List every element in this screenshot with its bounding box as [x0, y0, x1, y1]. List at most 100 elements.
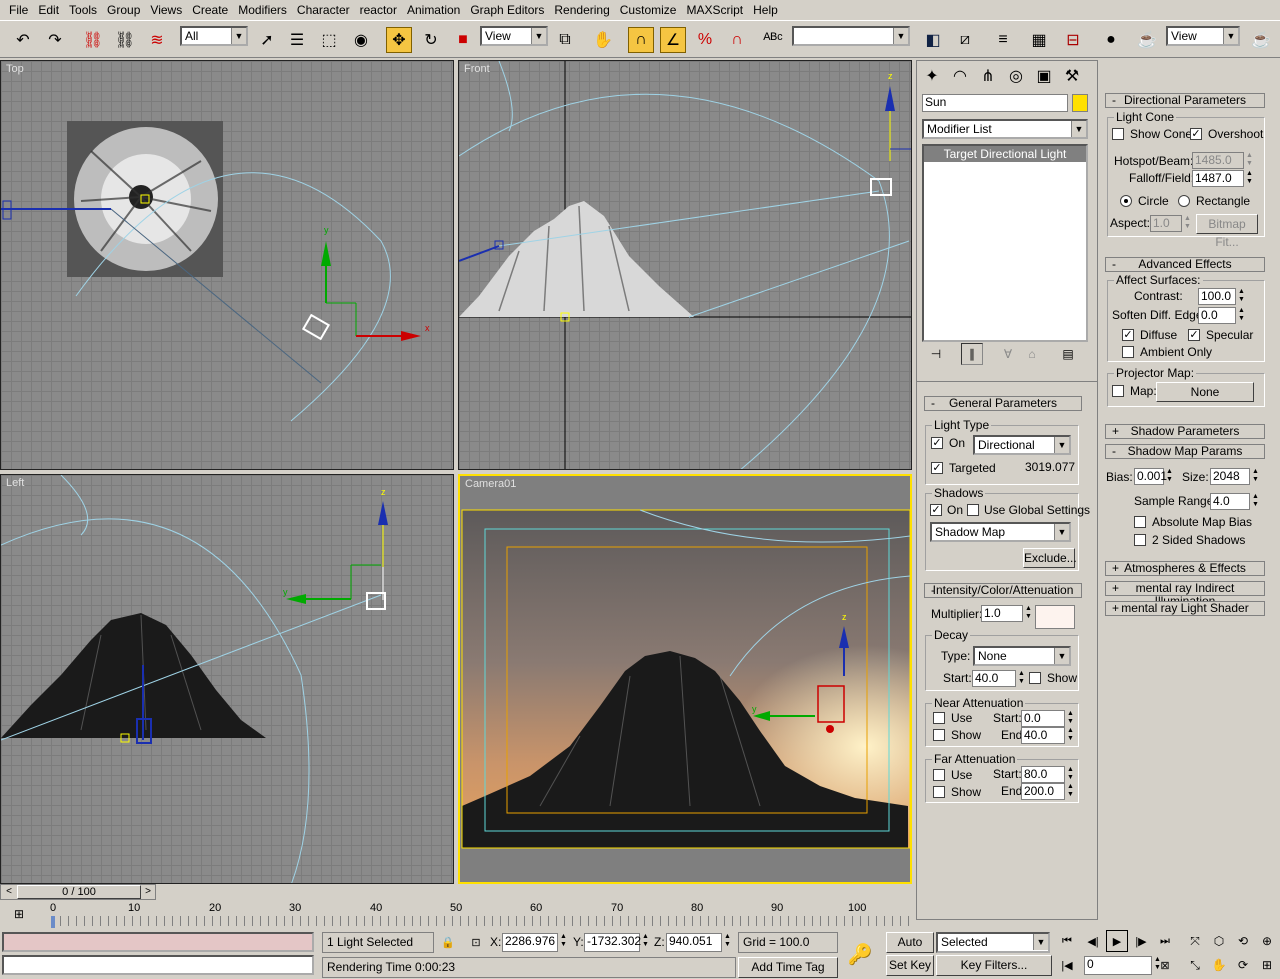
modify-tab-icon[interactable]: ◠: [947, 63, 973, 89]
absolute-map-bias-checkbox[interactable]: [1134, 516, 1146, 528]
menu-file[interactable]: File: [4, 0, 33, 20]
hand-pan-icon[interactable]: ✋: [1208, 954, 1230, 976]
scale-icon[interactable]: ■: [450, 27, 476, 53]
pan-icon[interactable]: ⤧: [1184, 930, 1206, 952]
two-sided-shadows-checkbox[interactable]: [1134, 534, 1146, 546]
select-object-icon[interactable]: ➚: [254, 27, 280, 53]
spinner-arrows-icon[interactable]: ▲ ▼: [1250, 468, 1261, 485]
create-tab-icon[interactable]: ✦: [919, 63, 945, 89]
go-to-start-icon[interactable]: ⏮: [1056, 930, 1078, 952]
use-global-settings-checkbox[interactable]: [967, 504, 979, 516]
rect-selection-icon[interactable]: ⬚: [316, 27, 342, 53]
menu-help[interactable]: Help: [748, 0, 783, 20]
light-on-checkbox[interactable]: ✓: [931, 437, 943, 449]
contrast-spinner[interactable]: 100.0 ▲ ▼: [1198, 288, 1245, 305]
bind-space-warp-icon[interactable]: ≋: [144, 27, 170, 53]
shadow-type-dropdown[interactable]: Shadow Map ▼: [930, 522, 1071, 542]
advanced-effects-rollout[interactable]: - Advanced Effects: [1105, 257, 1265, 272]
aspect-spinner[interactable]: 1.0 ▲ ▼: [1150, 215, 1191, 232]
y-coordinate-field[interactable]: -1732.302 ▲ ▼: [584, 933, 649, 952]
window-crossing-icon[interactable]: ◉: [348, 27, 374, 53]
menu-tools[interactable]: Tools: [64, 0, 102, 20]
orbit-camera-icon[interactable]: ⟳: [1232, 954, 1254, 976]
near-use-checkbox[interactable]: [933, 712, 945, 724]
percent-snap-icon[interactable]: %: [692, 27, 718, 53]
bitmap-fit-button[interactable]: Bitmap Fit...: [1196, 214, 1258, 249]
absolute-mode-icon[interactable]: ⊡: [466, 932, 486, 953]
snap-toggle-icon[interactable]: ∩: [628, 27, 654, 53]
track-bar-menu-icon[interactable]: ⊞: [8, 904, 30, 924]
schematic-view-icon[interactable]: ⊟: [1060, 27, 1086, 53]
time-slider[interactable]: < 0 / 100 >: [0, 884, 156, 900]
maxscript-listener[interactable]: [2, 932, 314, 952]
key-mode-toggle-icon[interactable]: |◀: [1056, 954, 1078, 976]
redo-icon[interactable]: ↷: [42, 27, 68, 53]
track-bar[interactable]: ⊞ 0 10 20 30 40 50 60 70 80 90 100: [0, 902, 912, 928]
far-use-checkbox[interactable]: [933, 769, 945, 781]
z-coordinate-field[interactable]: 940.051 ▲ ▼: [666, 933, 731, 952]
dolly-icon[interactable]: ⊕: [1256, 930, 1278, 952]
light-color-swatch[interactable]: [1035, 605, 1075, 629]
light-type-dropdown[interactable]: Directional ▼: [973, 435, 1071, 455]
viewport-camera[interactable]: Camera01 z y: [458, 474, 912, 884]
hotspot-spinner[interactable]: 1485.0 ▲ ▼: [1192, 152, 1253, 169]
manipulate-icon[interactable]: ✋: [590, 27, 616, 53]
chevron-right-icon[interactable]: >: [141, 885, 155, 899]
rotate-icon[interactable]: ↻: [418, 27, 444, 53]
render-scene-icon[interactable]: ☕: [1134, 27, 1160, 53]
exclude-button[interactable]: Exclude...: [1023, 548, 1077, 568]
targeted-checkbox[interactable]: ✓: [931, 462, 943, 474]
rectangle-radio[interactable]: [1178, 195, 1190, 207]
zoom-extents-all-icon[interactable]: ⬡: [1208, 930, 1230, 952]
material-editor-icon[interactable]: ●: [1098, 27, 1124, 53]
spinner-arrows-icon[interactable]: ▲ ▼: [1023, 605, 1034, 622]
projector-map-button[interactable]: None: [1156, 382, 1254, 402]
key-set-dropdown[interactable]: Selected ▼: [936, 932, 1050, 953]
layer-manager-icon[interactable]: ≡: [990, 27, 1016, 53]
spinner-arrows-icon[interactable]: ▲ ▼: [1244, 152, 1255, 169]
undo-icon[interactable]: ↶: [10, 27, 36, 53]
pin-stack-icon[interactable]: ⊣: [925, 343, 947, 365]
soften-spinner[interactable]: 0.0 ▲ ▼: [1198, 307, 1245, 324]
menu-edit[interactable]: Edit: [33, 0, 64, 20]
decay-type-dropdown[interactable]: None ▼: [973, 646, 1071, 666]
spinner-arrows-icon[interactable]: ▲ ▼: [1182, 215, 1193, 232]
spinner-arrows-icon[interactable]: ▲ ▼: [1250, 493, 1261, 510]
previous-frame-icon[interactable]: ◀|: [1082, 930, 1104, 952]
add-time-tag-button[interactable]: Add Time Tag: [738, 957, 838, 978]
mental-ray-indirect-rollout[interactable]: +mental ray Indirect Illumination: [1105, 581, 1265, 608]
viewport-top[interactable]: Top yx: [0, 60, 454, 470]
time-slider-thumb[interactable]: 0 / 100: [17, 885, 141, 899]
decay-show-checkbox[interactable]: [1029, 672, 1041, 684]
falloff-spinner[interactable]: 1487.0 ▲ ▼: [1192, 170, 1253, 187]
directional-parameters-rollout[interactable]: - Directional Parameters: [1105, 93, 1265, 108]
menu-maxscript[interactable]: MAXScript: [681, 0, 748, 20]
menu-modifiers[interactable]: Modifiers: [233, 0, 292, 20]
bias-spinner[interactable]: 0.001 ▲ ▼: [1134, 468, 1173, 485]
specular-checkbox[interactable]: ✓: [1188, 329, 1200, 341]
spinner-arrows-icon[interactable]: ▲ ▼: [1244, 170, 1255, 187]
ref-coord-dropdown[interactable]: View ▼: [480, 26, 548, 46]
near-end-spinner[interactable]: 40.0 ▲ ▼: [1021, 727, 1074, 744]
unlink-icon[interactable]: ⛓: [112, 27, 138, 53]
circle-radio[interactable]: [1120, 195, 1132, 207]
menu-group[interactable]: Group: [102, 0, 145, 20]
pivot-center-icon[interactable]: ⧉: [552, 27, 578, 53]
motion-tab-icon[interactable]: ◎: [1003, 63, 1029, 89]
modifier-list-dropdown[interactable]: Modifier List ▼: [922, 119, 1088, 139]
decay-start-spinner[interactable]: 40.0 ▲ ▼: [972, 670, 1025, 687]
time-configuration-icon[interactable]: ⊠: [1154, 954, 1176, 976]
menu-reactor[interactable]: reactor: [355, 0, 402, 20]
ambient-only-checkbox[interactable]: [1122, 346, 1134, 358]
align-icon[interactable]: ⧄: [952, 27, 978, 53]
menu-graph-editors[interactable]: Graph Editors: [465, 0, 549, 20]
spinner-arrows-icon[interactable]: ▲ ▼: [1016, 670, 1027, 687]
object-name-field[interactable]: Sun: [922, 94, 1068, 112]
auto-key-button[interactable]: Auto Key: [886, 932, 934, 967]
selection-filter-dropdown[interactable]: All ▼: [180, 26, 248, 46]
orbit-icon[interactable]: ⟲: [1232, 930, 1254, 952]
projector-map-checkbox[interactable]: [1112, 385, 1124, 397]
current-frame-field[interactable]: 0 ▲ ▼: [1084, 956, 1161, 975]
menu-views[interactable]: Views: [145, 0, 187, 20]
intensity-rollout[interactable]: - Intensity/Color/Attenuation: [924, 583, 1082, 598]
